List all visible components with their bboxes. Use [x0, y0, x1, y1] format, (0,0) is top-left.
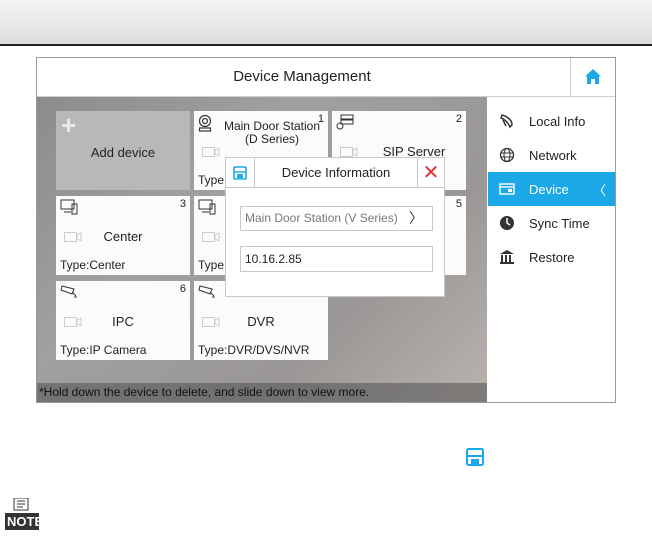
computer-icon — [198, 199, 216, 215]
device-type-select[interactable]: Main Door Station (V Series) 〉 — [240, 206, 433, 231]
sidebar-item-sync-time[interactable]: Sync Time — [488, 206, 615, 240]
note-label: NOTE — [7, 514, 44, 529]
add-device-label: Add device — [90, 145, 156, 160]
device-type: Type: — [198, 173, 228, 187]
save-icon — [466, 448, 484, 466]
device-number: 2 — [455, 113, 462, 125]
sidebar-item-network[interactable]: Network — [488, 138, 615, 172]
sidebar-item-label: Sync Time — [529, 215, 590, 231]
camera-icon — [64, 317, 82, 327]
clock-icon — [499, 215, 515, 231]
sidebar-item-label: Local Info — [529, 113, 586, 129]
home-icon — [585, 69, 601, 84]
device-number: 3 — [179, 198, 186, 210]
device-tile-6[interactable]: 6 IPC Type:IP Camera — [56, 281, 190, 360]
device-type: Type:IP Camera — [60, 343, 147, 357]
device-tile-3[interactable]: 3 Center Type:Center — [56, 196, 190, 275]
center-computer-icon — [60, 199, 78, 215]
ip-camera-icon — [60, 285, 77, 298]
restore-icon — [499, 249, 515, 265]
sidebar-item-label: Restore — [529, 249, 575, 265]
ip-address-field[interactable]: 10.16.2.85 — [240, 246, 433, 272]
title-bar: Device Management — [37, 58, 615, 97]
header-rule — [0, 44, 652, 46]
page-title: Device Management — [233, 68, 371, 85]
local-info-icon — [499, 113, 515, 129]
device-name: Main Door Station (D Series) — [223, 119, 321, 146]
network-icon — [499, 147, 515, 163]
ip-address-value: 10.16.2.85 — [245, 252, 302, 266]
sidebar-item-label: Device — [529, 181, 569, 197]
chevron-left-icon: 〈 — [592, 183, 606, 198]
sidebar-item-device[interactable]: Device 〈 — [488, 172, 615, 206]
sip-server-icon — [336, 114, 354, 130]
dvr-camera-icon — [198, 285, 215, 298]
add-device-tile[interactable]: + Add device — [56, 111, 190, 190]
dialog-title: Device Information — [281, 165, 391, 180]
close-button[interactable]: ✕ — [417, 158, 444, 187]
device-number: 5 — [455, 198, 462, 210]
device-type: Type — [198, 258, 225, 272]
device-number: 6 — [179, 283, 186, 295]
save-icon — [233, 165, 247, 180]
camera-icon — [202, 147, 220, 157]
camera-icon — [340, 147, 358, 157]
note-icon: NOTE — [4, 497, 44, 537]
sidebar: Local Info Network Device 〈 Sync Time Re… — [488, 97, 615, 402]
device-type-value: Main Door Station (V Series) — [245, 211, 398, 225]
door-station-icon — [198, 114, 212, 132]
plus-icon: + — [61, 110, 77, 140]
chevron-right-icon: 〉 — [409, 210, 423, 226]
footer-hint: *Hold down the device to delete, and sli… — [37, 383, 487, 402]
dialog-header: Device Information ✕ — [226, 158, 444, 188]
device-information-dialog: Device Information ✕ Main Door Station (… — [225, 157, 445, 297]
document-header-band — [0, 0, 652, 44]
sidebar-item-label: Network — [529, 147, 577, 163]
camera-icon — [64, 232, 82, 242]
device-type: Type:Center — [60, 258, 126, 272]
sidebar-item-restore[interactable]: Restore — [488, 240, 615, 274]
camera-icon — [202, 232, 220, 242]
save-button[interactable] — [226, 158, 255, 187]
device-icon — [499, 181, 515, 197]
device-type: Type:DVR/DVS/NVR — [198, 343, 310, 357]
home-button[interactable] — [570, 58, 615, 96]
close-icon: ✕ — [422, 161, 440, 184]
camera-icon — [202, 317, 220, 327]
sidebar-item-local-info[interactable]: Local Info — [488, 104, 615, 138]
